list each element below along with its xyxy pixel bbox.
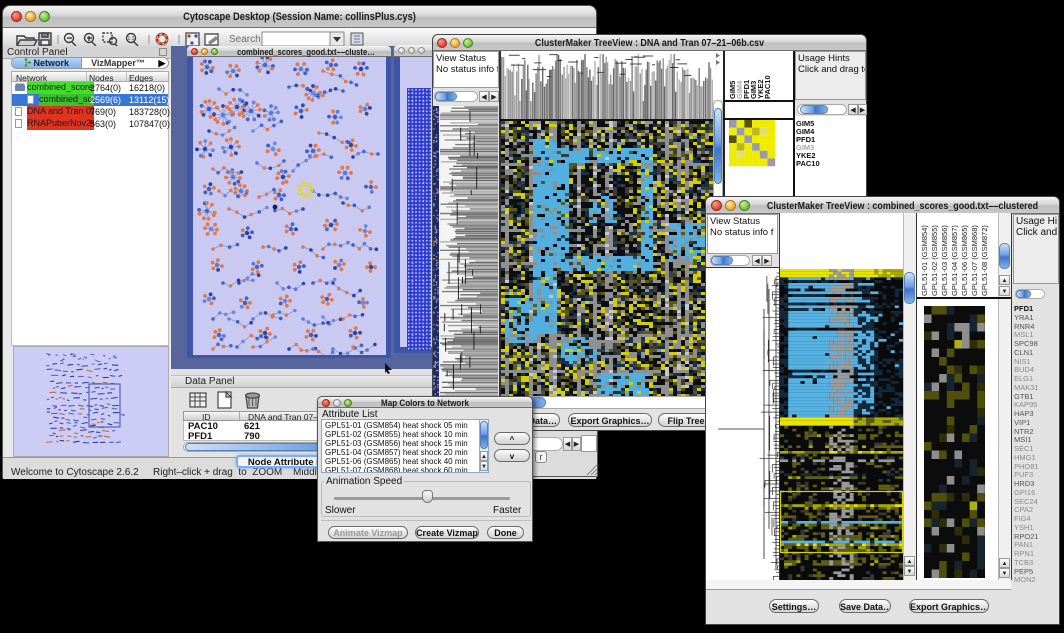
- svg-text:1:1: 1:1: [128, 36, 135, 42]
- svg-text:Search:: Search:: [229, 34, 263, 45]
